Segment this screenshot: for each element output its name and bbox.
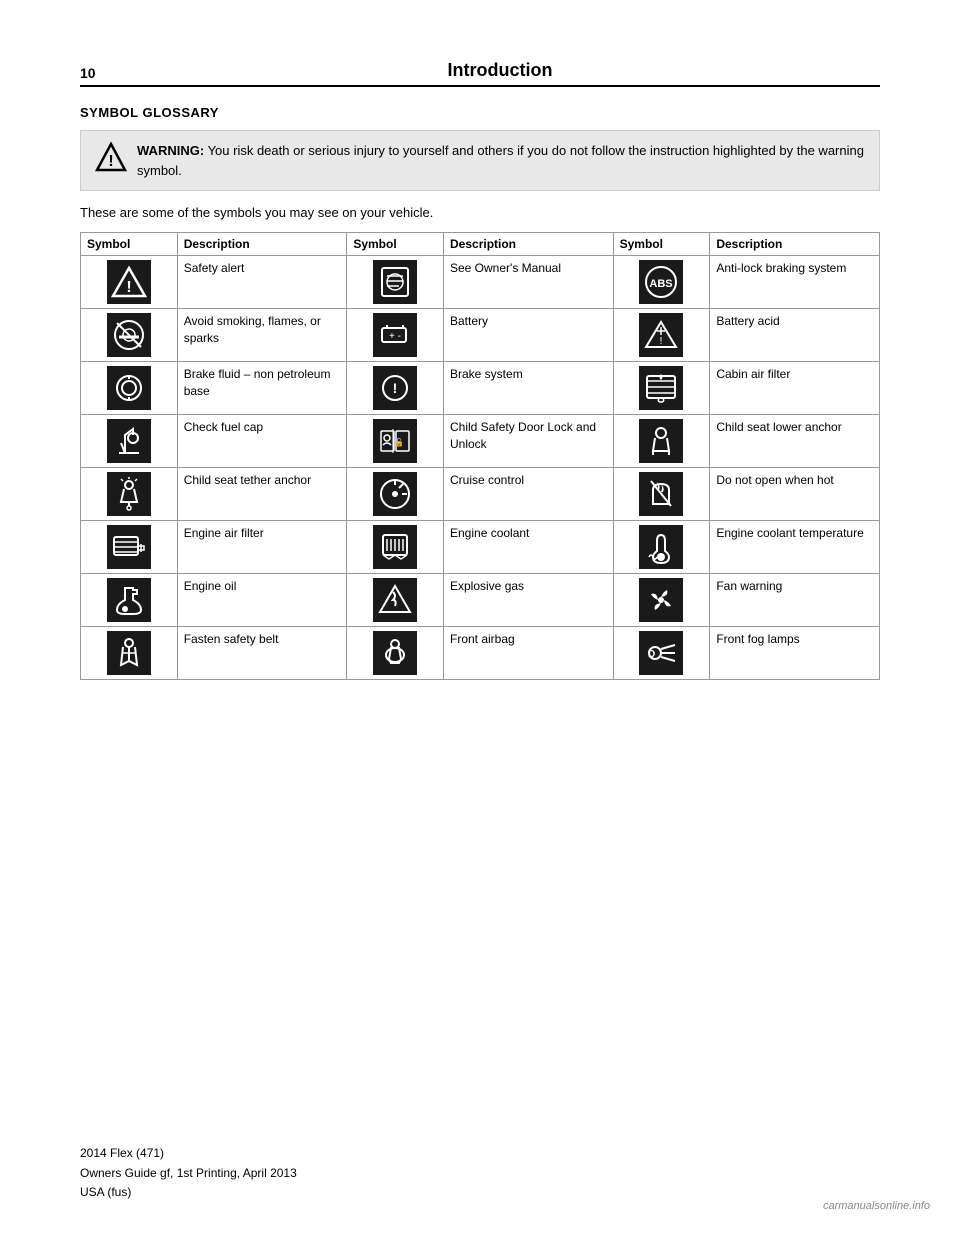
table-row: Brake fluid – non petroleum base ! Brake…	[81, 362, 880, 415]
table-row: Engine air filter Engine coolant Engine …	[81, 521, 880, 574]
desc-cell: Engine coolant temperature	[710, 521, 880, 574]
child-seat-tether-anchor-icon	[81, 468, 178, 521]
table-row: Check fuel cap 🔓 Child Safety Door Lock …	[81, 415, 880, 468]
desc-cell: Battery acid	[710, 309, 880, 362]
engine-oil-icon	[81, 574, 178, 627]
front-fog-lamps-icon: D	[613, 627, 710, 680]
desc-cell: Check fuel cap	[177, 415, 347, 468]
svg-text:!: !	[660, 336, 663, 347]
engine-air-filter-icon	[81, 521, 178, 574]
desc-cell: Fan warning	[710, 574, 880, 627]
desc-cell: Cruise control	[444, 468, 614, 521]
desc-cell: Front fog lamps	[710, 627, 880, 680]
no-smoking-icon	[81, 309, 178, 362]
table-row: ! Safety alert See Owner's Manual ABS An…	[81, 256, 880, 309]
page-header: 10 Introduction	[80, 60, 880, 87]
engine-coolant-icon	[347, 521, 444, 574]
warning-label: WARNING:	[137, 143, 204, 158]
do-not-open-when-hot-icon	[613, 468, 710, 521]
desc-cell: Front airbag	[444, 627, 614, 680]
footer-line2: Owners Guide gf, 1st Printing, April 201…	[80, 1164, 297, 1183]
fan-warning-icon	[613, 574, 710, 627]
safety-alert-icon: !	[81, 256, 178, 309]
warning-body: You risk death or serious injury to your…	[137, 143, 864, 178]
desc-cell: Battery	[444, 309, 614, 362]
svg-text:🔓: 🔓	[394, 437, 404, 447]
warning-triangle-icon: !	[95, 141, 127, 173]
desc-cell: Child Safety Door Lock and Unlock	[444, 415, 614, 468]
desc-cell: Safety alert	[177, 256, 347, 309]
engine-coolant-temp-icon	[613, 521, 710, 574]
desc-cell: Do not open when hot	[710, 468, 880, 521]
desc-cell: Engine oil	[177, 574, 347, 627]
desc-cell: Child seat tether anchor	[177, 468, 347, 521]
page-footer: 2014 Flex (471) Owners Guide gf, 1st Pri…	[80, 1144, 297, 1202]
desc-cell: See Owner's Manual	[444, 256, 614, 309]
desc-cell: Engine coolant	[444, 521, 614, 574]
symbol-table: Symbol Description Symbol Description Sy…	[80, 232, 880, 680]
desc-cell: Explosive gas	[444, 574, 614, 627]
col-header-desc1: Description	[177, 233, 347, 256]
svg-text:ABS: ABS	[650, 278, 673, 290]
child-safety-door-lock-icon: 🔓	[347, 415, 444, 468]
col-header-desc2: Description	[444, 233, 614, 256]
desc-cell: Engine air filter	[177, 521, 347, 574]
desc-cell: Brake fluid – non petroleum base	[177, 362, 347, 415]
svg-text:!: !	[393, 380, 398, 396]
svg-text:+ -: + -	[389, 331, 401, 342]
warning-text: WARNING: You risk death or serious injur…	[137, 141, 865, 180]
footer-line1: 2014 Flex (471)	[80, 1144, 297, 1163]
table-row: Child seat tether anchor Cruise control …	[81, 468, 880, 521]
table-row: Avoid smoking, flames, or sparks + - Bat…	[81, 309, 880, 362]
svg-text:D: D	[648, 649, 655, 660]
desc-cell: Cabin air filter	[710, 362, 880, 415]
page-title: Introduction	[120, 60, 880, 81]
brake-system-icon: !	[347, 362, 444, 415]
page-container: 10 Introduction SYMBOL GLOSSARY ! WARNIN…	[0, 0, 960, 720]
desc-cell: Fasten safety belt	[177, 627, 347, 680]
battery-acid-icon: !	[613, 309, 710, 362]
section-title: SYMBOL GLOSSARY	[80, 105, 880, 120]
brake-fluid-icon	[81, 362, 178, 415]
page-number: 10	[80, 65, 120, 81]
table-header-row: Symbol Description Symbol Description Sy…	[81, 233, 880, 256]
child-seat-lower-anchor-icon	[613, 415, 710, 468]
col-header-symbol2: Symbol	[347, 233, 444, 256]
fasten-safety-belt-icon	[81, 627, 178, 680]
svg-text:!: !	[126, 279, 131, 296]
intro-text: These are some of the symbols you may se…	[80, 205, 880, 220]
table-row: Fasten safety belt Front airbag D Front …	[81, 627, 880, 680]
col-header-symbol1: Symbol	[81, 233, 178, 256]
battery-icon: + -	[347, 309, 444, 362]
cabin-air-filter-icon	[613, 362, 710, 415]
desc-cell: Avoid smoking, flames, or sparks	[177, 309, 347, 362]
explosive-gas-icon	[347, 574, 444, 627]
col-header-desc3: Description	[710, 233, 880, 256]
col-header-symbol3: Symbol	[613, 233, 710, 256]
desc-cell: Child seat lower anchor	[710, 415, 880, 468]
desc-cell: Anti-lock braking system	[710, 256, 880, 309]
owners-manual-icon	[347, 256, 444, 309]
footer-line3: USA (fus)	[80, 1183, 297, 1202]
abs-icon: ABS	[613, 256, 710, 309]
table-row: Engine oil Explosive gas Fan warning	[81, 574, 880, 627]
check-fuel-cap-icon	[81, 415, 178, 468]
desc-cell: Brake system	[444, 362, 614, 415]
watermark: carmanualsonline.info	[823, 1200, 930, 1212]
front-airbag-icon	[347, 627, 444, 680]
cruise-control-icon	[347, 468, 444, 521]
svg-text:!: !	[108, 153, 113, 170]
warning-box: ! WARNING: You risk death or serious inj…	[80, 130, 880, 191]
